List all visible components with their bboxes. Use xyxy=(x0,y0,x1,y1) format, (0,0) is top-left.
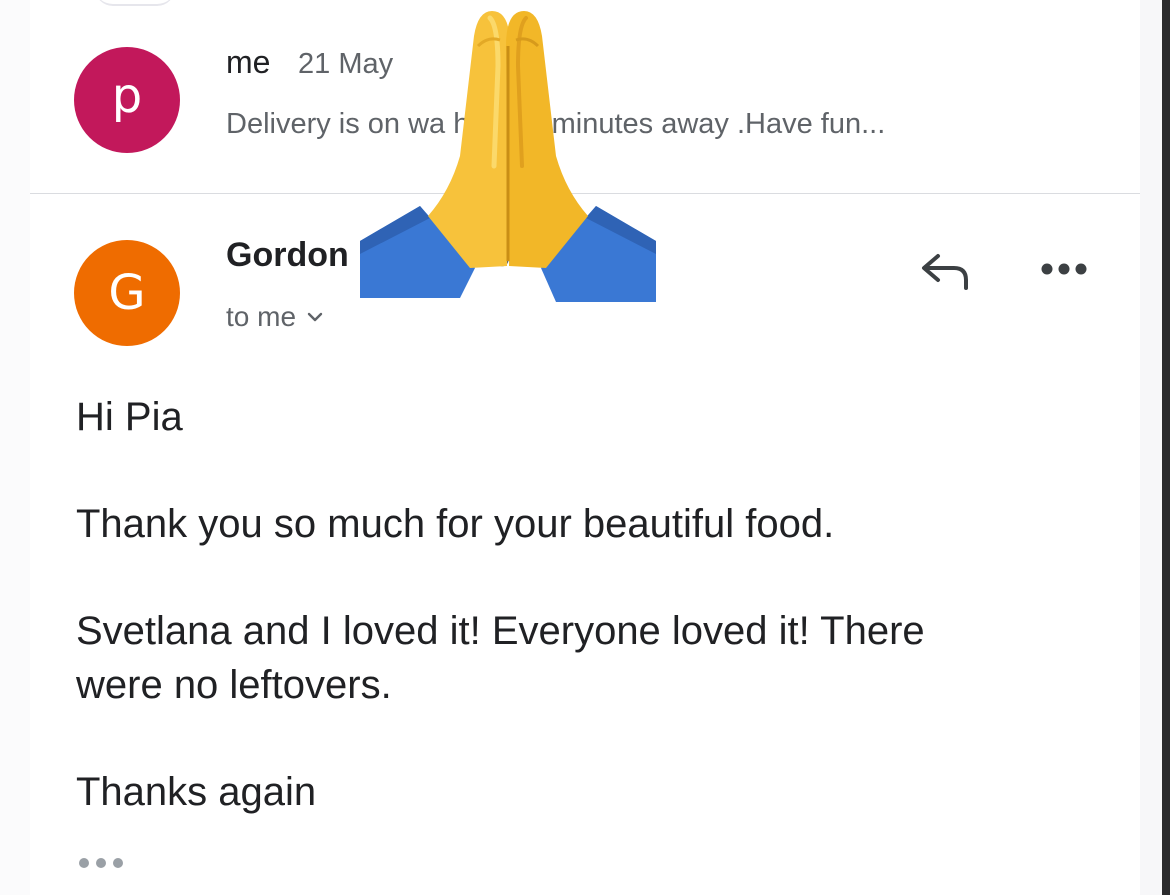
chevron-down-icon xyxy=(307,312,323,322)
recipient-label: to me xyxy=(226,301,297,332)
reply-icon[interactable] xyxy=(918,248,974,292)
body-greeting: Hi Pia xyxy=(76,395,183,439)
body-closing: Thanks again xyxy=(76,770,317,814)
sender-name[interactable]: Gordon xyxy=(226,236,349,275)
email-screen: p me 21 May Delivery is on wa here22 min… xyxy=(0,0,1162,895)
previous-item-edge xyxy=(95,0,175,6)
more-options-icon[interactable] xyxy=(1038,252,1090,286)
right-gutter xyxy=(1140,0,1162,895)
folded-hands-emoji xyxy=(360,11,656,302)
body-line-leftovers: were no leftovers. xyxy=(76,663,392,707)
left-gutter xyxy=(0,0,30,895)
sender-avatar-me[interactable]: p xyxy=(74,47,180,153)
body-line-loved: Svetlana and I loved it! Everyone loved … xyxy=(76,609,925,653)
previous-message-sender[interactable]: me xyxy=(226,44,270,81)
body-line-thanks: Thank you so much for your beautiful foo… xyxy=(76,502,835,546)
more-horizontal-icon[interactable] xyxy=(76,852,126,874)
sender-avatar-gordon[interactable]: G xyxy=(74,240,180,346)
recipient-details-toggle[interactable]: to me xyxy=(226,301,324,333)
